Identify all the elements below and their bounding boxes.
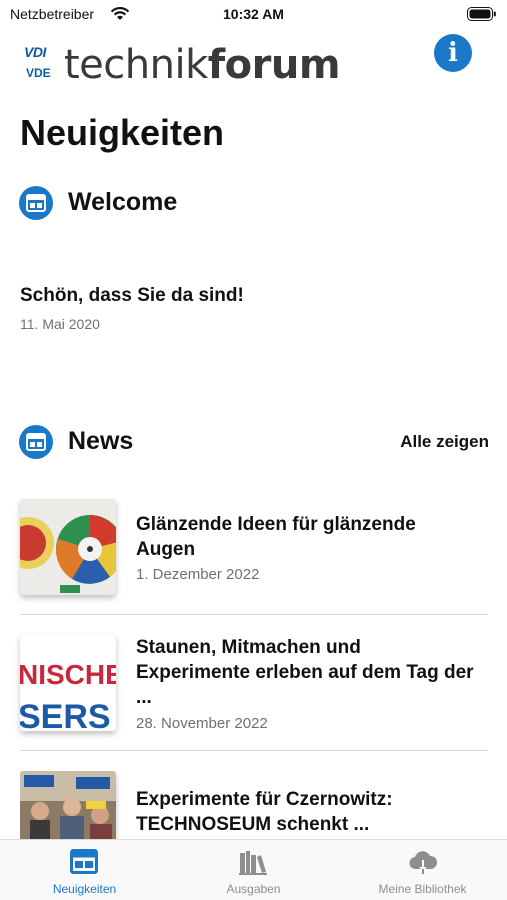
news-list-item[interactable]: Experimente für Czernowitz: TECHNOSEUM s… [20,771,488,839]
newspaper-icon [70,849,98,874]
news-title: Glänzende Ideen für glänzende Augen [136,514,416,560]
news-section-title: News [68,427,134,455]
logo-vdi: VDI [24,44,46,60]
clock: 10:32 AM [223,6,284,22]
news-title: Experimente für Czernowitz: TECHNOSEUM s… [136,789,393,835]
tab-meine-bibliothek[interactable]: Meine Bibliothek [338,840,507,900]
tab-bar: Neuigkeiten Ausgaben Meine Bibliothek [0,839,507,900]
layout-grid-icon [19,425,53,459]
divider [20,614,488,615]
divider [20,750,488,751]
tab-neuigkeiten[interactable]: Neuigkeiten [0,840,169,900]
news-thumbnail [20,771,116,839]
layout-grid-icon [19,186,53,220]
news-title: Staunen, Mitmachen und Experimente erleb… [136,637,474,708]
show-all-button[interactable]: Alle zeigen [400,432,489,452]
logo-word-light: technik [64,42,208,88]
logo-wordmark: technikforum [64,42,341,88]
page-title: Neuigkeiten [20,112,225,153]
tab-label: Meine Bibliothek [378,882,467,896]
info-icon: i [448,38,458,68]
logo-word-bold: forum [207,42,341,88]
thumb-text-top: NISCHE [20,659,116,690]
news-list-item[interactable]: Glänzende Ideen für glänzende Augen 1. D… [20,499,488,617]
battery-icon [467,7,496,21]
info-button[interactable]: i [434,34,472,72]
tab-label: Neuigkeiten [52,882,117,896]
thumb-text-bottom: SERS [20,698,111,731]
technikforum-logo: VDI VDE technikforum [24,42,341,88]
news-thumbnail: NISCHE SERS [20,635,116,731]
logo-vde: VDE [26,66,51,80]
tab-label: Ausgaben [226,882,281,896]
books-icon [239,851,267,875]
news-thumbnail [20,499,116,595]
status-bar: Netzbetreiber 10:32 AM [0,0,507,28]
cloud-download-icon [409,851,438,874]
news-date: 28. November 2022 [136,715,268,732]
tab-ausgaben[interactable]: Ausgaben [169,840,338,900]
welcome-section-title: Welcome [68,188,178,216]
welcome-date: 11. Mai 2020 [20,316,100,332]
news-list-item[interactable]: NISCHE SERS Staunen, Mitmachen und Exper… [20,635,488,753]
welcome-heading: Schön, dass Sie da sind! [20,285,244,306]
news-date: 1. Dezember 2022 [136,566,260,583]
